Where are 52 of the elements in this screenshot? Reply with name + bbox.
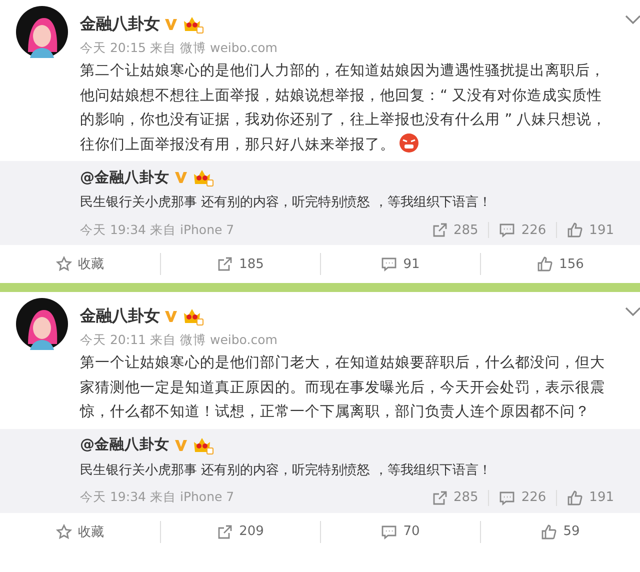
avatar[interactable] bbox=[16, 298, 68, 350]
repost-author[interactable]: @金融八卦女 bbox=[80, 435, 170, 454]
post-time: 今天 20:15 bbox=[80, 40, 146, 57]
thumbs-up-icon bbox=[537, 256, 554, 272]
comment-icon bbox=[381, 524, 398, 540]
source-label: 来自 bbox=[150, 222, 176, 238]
author-name[interactable]: 金融八卦女 bbox=[80, 14, 160, 34]
post-text: 第二个让姑娘寒心的是他们人力部的，在知道姑娘因为遭遇性骚扰提出离职后，他问姑娘想不想往上面举报，姑娘说想举报，他回复：“ 又没有对你造成实质性的影响，你也没有证据，我劝你还别了，往上举报也没有什么用 ” 八妹只想说，往你们上面举报没有用，那只好八妹来举报了。 bbox=[80, 62, 608, 154]
repost-comment-count[interactable]: 226 bbox=[488, 490, 556, 506]
favorite-button[interactable]: 收藏 bbox=[0, 520, 160, 542]
comment-button[interactable]: 70 bbox=[320, 520, 480, 542]
avatar[interactable] bbox=[16, 6, 68, 58]
dropdown-caret-icon[interactable] bbox=[624, 14, 640, 26]
share-icon bbox=[217, 256, 234, 272]
post-text: 第一个让姑娘寒心的是他们部门老大，在知道姑娘要辞职后，什么都没问，但大家猜测他一定是知道真正原因的。而现在事发曝光后，今天开会处罚，表示很震惊，什么都不知道！试想，正常一个下属离职，部门负责人连个原因都不问？ bbox=[80, 354, 606, 422]
comment-icon bbox=[499, 490, 516, 506]
repost-text: 民生银行关小虎那事 还有别的内容，听完特别愤怒 ，等我组织下语言！ bbox=[80, 462, 492, 480]
repost-like-count[interactable]: 191 bbox=[556, 490, 624, 506]
source-label: 来自 bbox=[150, 489, 176, 506]
comment-icon bbox=[381, 256, 398, 272]
source-label: 来自 bbox=[150, 332, 176, 349]
thumbs-up-icon bbox=[541, 524, 558, 540]
share-icon bbox=[217, 524, 234, 540]
thumbs-up-icon bbox=[567, 222, 584, 238]
repost-button[interactable]: 209 bbox=[160, 520, 320, 542]
repost-card[interactable]: @金融八卦女 民生银行关小虎那事 还有别的内容，听完特别愤怒 ，等我组织下语言！ 今天 19:34 来自 iPhone 7 285 226 191 bbox=[0, 428, 640, 512]
repost-author[interactable]: @金融八卦女 bbox=[80, 168, 170, 186]
star-icon bbox=[56, 256, 72, 272]
repost-repost-count[interactable]: 285 bbox=[422, 490, 488, 506]
favorite-button[interactable]: 收藏 bbox=[0, 253, 160, 275]
repost-source: iPhone 7 bbox=[180, 222, 234, 238]
like-button[interactable]: 156 bbox=[480, 253, 640, 275]
repost-card[interactable]: @金融八卦女 民生银行关小虎那事 还有别的内容，听完特别愤怒 ，等我组织下语言！ 今天 19:34 来自 iPhone 7 285 226 191 bbox=[0, 161, 640, 245]
repost-source: iPhone 7 bbox=[180, 489, 234, 506]
repost-text: 民生银行关小虎那事 还有别的内容，听完特别愤怒 ，等我组织下语言！ bbox=[80, 194, 492, 212]
share-icon bbox=[432, 490, 448, 506]
like-button[interactable]: 59 bbox=[480, 520, 640, 542]
comment-icon bbox=[499, 222, 516, 238]
dropdown-caret-icon[interactable] bbox=[624, 306, 640, 318]
repost-button[interactable]: 185 bbox=[160, 253, 320, 275]
source-label: 来自 bbox=[150, 40, 176, 57]
post-time: 今天 20:11 bbox=[80, 332, 146, 349]
comment-button[interactable]: 91 bbox=[320, 253, 480, 275]
repost-repost-count[interactable]: 285 bbox=[422, 222, 488, 238]
repost-comment-count[interactable]: 226 bbox=[488, 222, 556, 238]
share-icon bbox=[432, 222, 448, 238]
thumbs-up-icon bbox=[567, 490, 584, 506]
repost-time: 今天 19:34 bbox=[80, 489, 146, 506]
repost-like-count[interactable]: 191 bbox=[556, 222, 624, 238]
author-name[interactable]: 金融八卦女 bbox=[80, 306, 160, 326]
star-icon bbox=[56, 524, 72, 540]
repost-time: 今天 19:34 bbox=[80, 222, 146, 238]
